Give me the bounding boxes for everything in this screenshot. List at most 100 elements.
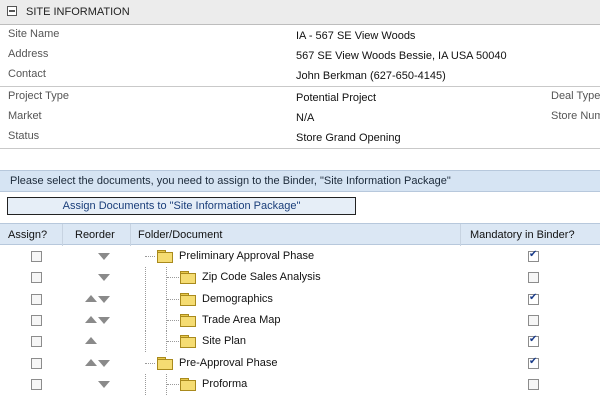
- assign-column-header: Assign?: [8, 229, 48, 241]
- table-row: Site Plan: [0, 331, 600, 353]
- status-label: Status: [8, 130, 40, 142]
- folder-body: [180, 273, 196, 285]
- document-name[interactable]: Demographics: [202, 293, 273, 305]
- document-name[interactable]: Pre-Approval Phase: [179, 357, 277, 369]
- instructions-text: Please select the documents, you need to…: [10, 175, 451, 187]
- assign-checkbox[interactable]: [31, 251, 42, 262]
- folder-icon: [180, 335, 196, 349]
- move-up-icon[interactable]: [85, 337, 97, 345]
- document-name[interactable]: Proforma: [202, 378, 247, 390]
- tree-connector: [167, 277, 179, 279]
- folder-icon: [180, 313, 196, 327]
- move-down-icon[interactable]: [98, 380, 110, 388]
- assign-checkbox[interactable]: [31, 293, 42, 305]
- address-label: Address: [8, 48, 49, 60]
- folder-body: [180, 315, 196, 327]
- instructions-bar: Please select the documents, you need to…: [0, 170, 600, 192]
- tree-connector: [145, 267, 146, 289]
- assign-documents-button[interactable]: Assign Documents to "Site Information Pa…: [7, 197, 356, 215]
- mandatory-checkbox[interactable]: [528, 378, 539, 390]
- column-divider: [460, 224, 461, 246]
- assign-checkbox[interactable]: [31, 378, 42, 390]
- site-name-row: Site Name IA - 567 SE View Woods: [0, 26, 600, 46]
- move-down-icon[interactable]: [98, 359, 110, 367]
- panel-title: SITE INFORMATION: [26, 6, 130, 18]
- reorder-column-header: Reorder: [75, 229, 115, 241]
- table-row: Demographics: [0, 288, 600, 310]
- tree-connector: [145, 373, 146, 395]
- column-divider: [62, 224, 63, 246]
- folder-body: [157, 252, 173, 263]
- contact-row: Contact John Berkman (627-650-4145): [0, 66, 600, 86]
- documents-table-header: Assign? Reorder Folder/Document Mandator…: [0, 223, 600, 246]
- contact-label: Contact: [8, 68, 46, 80]
- mandatory-checkbox[interactable]: [528, 272, 539, 284]
- tree-connector: [145, 309, 146, 331]
- tree-connector: [167, 341, 179, 343]
- move-up-icon[interactable]: [85, 358, 97, 366]
- status-value: Store Grand Opening: [296, 132, 401, 144]
- address-row: Address 567 SE View Woods Bessie, IA USA…: [0, 46, 600, 66]
- market-label: Market: [8, 110, 42, 122]
- assign-checkbox[interactable]: [31, 336, 42, 348]
- mandatory-checkbox[interactable]: [528, 334, 539, 348]
- folder-icon: [180, 271, 196, 285]
- mandatory-column-header: Mandatory in Binder?: [470, 229, 575, 241]
- document-name[interactable]: Zip Code Sales Analysis: [202, 271, 321, 283]
- deal-type-label: Deal Type: [551, 90, 600, 102]
- address-value: 567 SE View Woods Bessie, IA USA 50040: [296, 50, 507, 62]
- move-down-icon[interactable]: [98, 295, 110, 303]
- site-information-header: SITE INFORMATION: [0, 0, 600, 25]
- site-name-value: IA - 567 SE View Woods: [296, 30, 416, 42]
- tree-connector: [145, 362, 155, 364]
- tree-connector: [145, 331, 146, 353]
- folder-icon: [157, 356, 173, 370]
- store-num-label: Store Num: [551, 110, 600, 122]
- table-row: Zip Code Sales Analysis: [0, 267, 600, 289]
- project-type-value: Potential Project: [296, 92, 377, 104]
- status-row: Status Store Grand Opening: [0, 128, 600, 148]
- site-name-label: Site Name: [8, 28, 60, 40]
- table-row: Pre-Approval Phase: [0, 353, 600, 374]
- tree-connector: [167, 298, 179, 300]
- table-row: Trade Area Map: [0, 309, 600, 331]
- folder-icon: [180, 377, 196, 391]
- collapse-icon[interactable]: [7, 6, 17, 16]
- folder-body: [180, 337, 196, 349]
- folder-body: [180, 294, 196, 306]
- tree-connector: [145, 256, 155, 257]
- folder-body: [157, 358, 173, 370]
- project-type-label: Project Type: [8, 90, 69, 102]
- table-row: Proforma: [0, 373, 600, 395]
- mandatory-checkbox[interactable]: [528, 249, 539, 262]
- market-value: N/A: [296, 112, 315, 124]
- move-down-icon[interactable]: [98, 253, 110, 260]
- move-down-icon[interactable]: [98, 316, 110, 324]
- document-name[interactable]: Trade Area Map: [202, 314, 280, 326]
- mandatory-checkbox[interactable]: [528, 292, 539, 305]
- folder-icon: [157, 250, 173, 263]
- mandatory-checkbox[interactable]: [528, 314, 539, 326]
- move-up-icon[interactable]: [85, 315, 97, 323]
- move-up-icon[interactable]: [85, 294, 97, 302]
- column-divider: [130, 224, 131, 246]
- section-divider: [0, 148, 600, 149]
- tree-connector: [167, 383, 179, 385]
- assign-checkbox[interactable]: [31, 272, 42, 284]
- assign-checkbox[interactable]: [31, 314, 42, 326]
- assign-checkbox[interactable]: [31, 357, 42, 369]
- document-name[interactable]: Preliminary Approval Phase: [179, 250, 314, 262]
- mandatory-checkbox[interactable]: [528, 356, 539, 369]
- folder-icon: [180, 292, 196, 306]
- tree-connector: [167, 319, 179, 321]
- contact-value: John Berkman (627-650-4145): [296, 70, 446, 82]
- section-divider: [0, 86, 600, 87]
- move-down-icon[interactable]: [98, 274, 110, 282]
- folder-body: [180, 379, 196, 391]
- table-row: Preliminary Approval Phase: [0, 246, 600, 267]
- folder-column-header: Folder/Document: [138, 229, 223, 241]
- document-name[interactable]: Site Plan: [202, 335, 246, 347]
- project-type-row: Project Type Potential Project Deal Type: [0, 88, 600, 108]
- tree-connector: [145, 288, 146, 310]
- market-row: Market N/A Store Num: [0, 108, 600, 128]
